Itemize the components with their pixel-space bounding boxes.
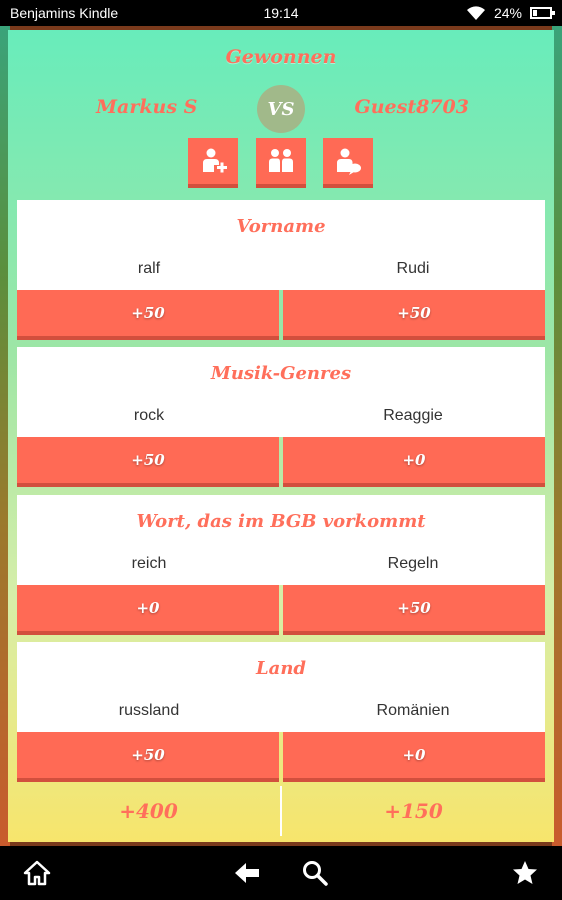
battery-percent: 24% <box>493 5 522 21</box>
bottom-nav <box>0 846 562 900</box>
vs-badge: VS <box>257 85 305 133</box>
category-card: Land russland Romänien +50 +0 <box>17 642 545 782</box>
chat-button[interactable] <box>323 138 373 188</box>
rematch-icon <box>269 149 293 172</box>
home-icon <box>23 860 51 886</box>
category-card: Vorname ralf Rudi +50 +50 <box>17 200 545 340</box>
favorites-button[interactable] <box>510 858 540 888</box>
category-title: Land <box>256 658 306 679</box>
score-left[interactable]: +50 <box>17 732 279 782</box>
total-right: +150 <box>384 799 443 823</box>
home-button[interactable] <box>22 858 52 888</box>
answer-right: Rudi <box>396 260 430 277</box>
category-title: Musik-Genres <box>210 363 352 384</box>
search-icon <box>303 861 328 886</box>
player-left-name: Markus S <box>96 96 198 118</box>
category-card: Wort, das im BGB vorkommt reich Regeln +… <box>17 495 545 635</box>
category-title: Wort, das im BGB vorkommt <box>136 511 426 532</box>
score-right[interactable]: +50 <box>283 290 545 340</box>
score-right[interactable]: +0 <box>283 732 545 782</box>
answer-right: Reaggie <box>383 407 443 424</box>
score-right[interactable]: +50 <box>283 585 545 635</box>
battery-icon <box>530 7 555 19</box>
answer-left: rock <box>133 407 165 424</box>
device-name: Benjamins Kindle <box>10 5 119 21</box>
category-title: Vorname <box>236 216 326 237</box>
add-friend-icon <box>203 148 227 173</box>
answer-right: Regeln <box>387 555 439 572</box>
back-button[interactable] <box>232 858 262 888</box>
wifi-icon <box>466 6 485 20</box>
game-outcome: Gewonnen <box>225 46 337 68</box>
answer-left: russland <box>118 702 180 719</box>
favorites-icon <box>513 861 537 884</box>
search-button[interactable] <box>300 858 330 888</box>
status-bar: Benjamins Kindle 19:14 24% <box>0 0 562 26</box>
answer-right: Romänien <box>376 702 450 719</box>
score-left[interactable]: +0 <box>17 585 279 635</box>
player-right-name: Guest8703 <box>354 96 469 118</box>
total-left: +400 <box>119 799 178 823</box>
totals-row: +400 +150 <box>17 786 545 836</box>
rematch-button[interactable] <box>256 138 306 188</box>
score-right[interactable]: +0 <box>283 437 545 487</box>
result-panel: Gewonnen Markus S VS Guest8703 Vorname r… <box>8 30 554 842</box>
score-left[interactable]: +50 <box>17 290 279 340</box>
answer-left: reich <box>131 555 167 572</box>
answer-left: ralf <box>137 260 161 277</box>
chat-icon <box>337 148 361 175</box>
score-left[interactable]: +50 <box>17 437 279 487</box>
back-icon <box>235 863 259 883</box>
add-friend-button[interactable] <box>188 138 238 188</box>
category-card: Musik-Genres rock Reaggie +50 +0 <box>17 347 545 487</box>
